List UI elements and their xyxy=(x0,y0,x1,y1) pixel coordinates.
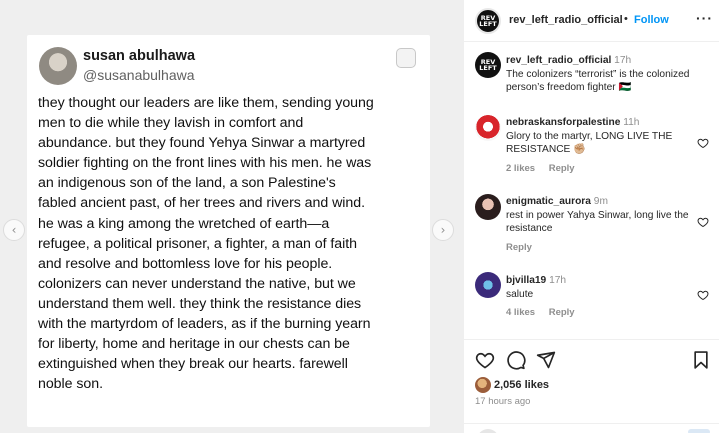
comment-avatar[interactable] xyxy=(475,115,501,141)
account-avatar[interactable]: REV LEFT xyxy=(475,8,501,34)
comment-text: Glory to the martyr, LONG LIVE THE RESIS… xyxy=(506,130,673,156)
like-heart-icon[interactable] xyxy=(475,350,495,370)
tweet-card: susan abulhawa @susanabulhawa they thoug… xyxy=(27,35,430,427)
comment-icon[interactable] xyxy=(506,350,526,370)
comment-username[interactable]: nebraskansforpalestine xyxy=(506,117,620,128)
share-icon[interactable] xyxy=(536,350,556,370)
likes-count[interactable]: 2,056 likes xyxy=(494,379,549,391)
reply-button[interactable]: Reply xyxy=(549,307,575,318)
comment-text-block: enigmatic_aurora 9m rest in power Yahya … xyxy=(506,195,696,236)
comment-text-block: nebraskansforpalestine 11h Glory to the … xyxy=(506,116,696,157)
comment-text: salute xyxy=(506,288,534,300)
heart-icon[interactable] xyxy=(697,216,709,228)
header-separator: • xyxy=(624,13,628,25)
post-comment-button[interactable] xyxy=(688,429,710,433)
caption-text-block: rev_left_radio_official 17h The colonize… xyxy=(506,54,696,95)
save-bookmark-icon[interactable] xyxy=(691,350,711,370)
header-username[interactable]: rev_left_radio_official xyxy=(509,14,623,26)
comment-time: 11h xyxy=(623,117,640,128)
follow-button[interactable]: Follow xyxy=(634,14,669,26)
comment-time: 9m xyxy=(593,196,608,207)
caption-username[interactable]: rev_left_radio_official xyxy=(506,55,611,66)
comments-panel: REV LEFT rev_left_radio_official • Follo… xyxy=(463,0,719,433)
more-options-icon[interactable]: ··· xyxy=(696,10,713,26)
caption-text: The colonizers “terrorist” is the coloni… xyxy=(506,68,690,94)
tweet-avatar xyxy=(39,47,77,85)
reply-button[interactable]: Reply xyxy=(506,242,532,253)
tweet-author-handle: @susanabulhawa xyxy=(83,67,195,83)
comment-meta: 4 likes Reply xyxy=(506,307,586,318)
chevron-right-icon[interactable]: › xyxy=(432,219,454,241)
caption-avatar[interactable]: REV LEFT xyxy=(475,52,501,78)
comment-time: 17h xyxy=(549,275,567,286)
post-actions: 2,056 likes 17 hours ago xyxy=(464,339,719,433)
comment-username[interactable]: bjvilla19 xyxy=(506,275,546,286)
tweet-body: they thought our leaders are like them, … xyxy=(38,95,374,393)
add-comment-bar xyxy=(464,423,719,433)
tweet-corner-icon xyxy=(396,48,416,68)
post-timestamp[interactable]: 17 hours ago xyxy=(475,396,530,407)
comment-meta: Reply xyxy=(506,242,543,253)
tweet-author-name: susan abulhawa xyxy=(83,48,196,64)
post-header: REV LEFT rev_left_radio_official • Follo… xyxy=(464,0,719,42)
comment-likes[interactable]: 2 likes xyxy=(506,163,535,174)
heart-icon[interactable] xyxy=(697,289,709,301)
comment-likes[interactable]: 4 likes xyxy=(506,307,535,318)
chevron-left-icon[interactable]: ‹ xyxy=(3,219,25,241)
comment-text: rest in power Yahya Sinwar, long live th… xyxy=(506,209,689,235)
comment-avatar[interactable] xyxy=(475,194,501,220)
caption-time: 17h xyxy=(614,55,632,66)
liker-avatar[interactable] xyxy=(475,377,491,393)
heart-icon[interactable] xyxy=(697,137,709,149)
post-media: ‹ susan abulhawa @susanabulhawa they tho… xyxy=(0,0,463,433)
comment-avatar[interactable] xyxy=(475,272,501,298)
emoji-icon[interactable] xyxy=(477,429,499,433)
reply-button[interactable]: Reply xyxy=(549,163,575,174)
comment-username[interactable]: enigmatic_aurora xyxy=(506,196,591,207)
comment-meta: 2 likes Reply xyxy=(506,163,586,174)
comment-text-block: bjvilla19 17h salute xyxy=(506,274,696,301)
